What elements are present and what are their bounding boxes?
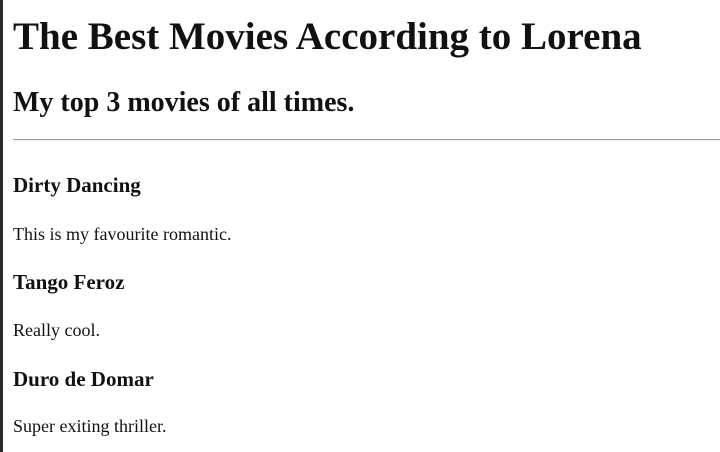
page-title: The Best Movies According to Lorena — [13, 15, 642, 58]
movie-title-3: Duro de Domar — [13, 367, 154, 391]
movie-description-1: This is my favourite romantic. — [13, 224, 232, 244]
divider — [13, 139, 720, 141]
page-subtitle: My top 3 movies of all times. — [13, 87, 355, 118]
movie-title-1: Dirty Dancing — [13, 173, 141, 197]
movie-description-3: Super exiting thriller. — [13, 416, 167, 436]
movie-title-2: Tango Feroz — [13, 270, 125, 294]
window-left-edge — [0, 0, 3, 452]
movie-description-2: Really cool. — [13, 320, 100, 340]
